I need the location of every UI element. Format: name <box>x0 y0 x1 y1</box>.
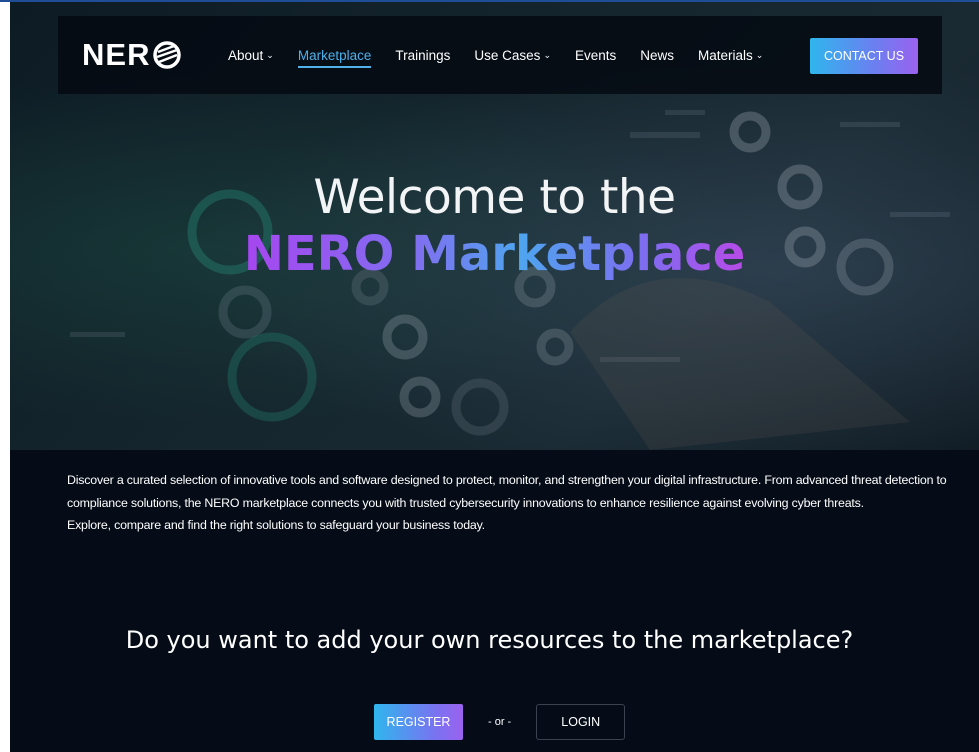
nav-item-materials[interactable]: Materials ⌄ <box>698 48 763 63</box>
nav-item-label: About <box>228 47 264 63</box>
nav-item-events[interactable]: Events <box>575 48 616 63</box>
nav-item-label: Marketplace <box>297 47 372 63</box>
hero-subtitle-text: NERO Marketplace <box>243 226 746 282</box>
intro-text: Discover a curated selection of innovati… <box>67 469 947 537</box>
main-navigation: About ⌄ Marketplace Trainings Use Cases … <box>228 16 787 94</box>
nav-item-about[interactable]: About ⌄ <box>228 48 274 63</box>
or-separator: - or - <box>488 716 512 728</box>
nav-item-marketplace[interactable]: Marketplace <box>297 47 372 68</box>
nav-item-news[interactable]: News <box>640 48 674 63</box>
hero-banner: NER About ⌄ Marketplace Trainings Use Ca… <box>10 2 979 450</box>
globe-logo-icon <box>153 41 182 69</box>
contact-us-button[interactable]: CONTACT US <box>810 38 918 74</box>
chevron-down-icon: ⌄ <box>755 49 764 60</box>
nav-item-label: Use Cases <box>474 47 541 63</box>
hero-title: Welcome to the <box>313 170 676 225</box>
chevron-down-icon: ⌄ <box>266 49 274 60</box>
nav-item-use-cases[interactable]: Use Cases ⌄ <box>474 48 551 63</box>
page: NER About ⌄ Marketplace Trainings Use Ca… <box>10 2 979 752</box>
chevron-down-icon: ⌄ <box>543 49 551 60</box>
top-navbar: NER About ⌄ Marketplace Trainings Use Ca… <box>58 16 942 94</box>
nav-item-label: Events <box>574 47 617 63</box>
nav-item-label: Materials <box>698 47 753 63</box>
logo-text: NER <box>82 37 151 72</box>
nav-item-label: News <box>640 47 675 63</box>
nero-logo[interactable]: NER <box>82 37 182 72</box>
hero-subtitle: NERO Marketplace <box>10 226 979 282</box>
intro-line: Explore, compare and find the right solu… <box>67 518 485 532</box>
intro-paragraph: Discover a curated selection of innovati… <box>67 473 947 510</box>
nav-item-label: Trainings <box>395 47 451 63</box>
cta-heading: Do you want to add your own resources to… <box>125 626 854 654</box>
nav-item-trainings[interactable]: Trainings <box>395 48 450 63</box>
register-button[interactable]: REGISTER <box>374 704 463 740</box>
login-button[interactable]: LOGIN <box>536 704 626 740</box>
cta-actions: REGISTER - or - LOGIN <box>374 704 626 740</box>
